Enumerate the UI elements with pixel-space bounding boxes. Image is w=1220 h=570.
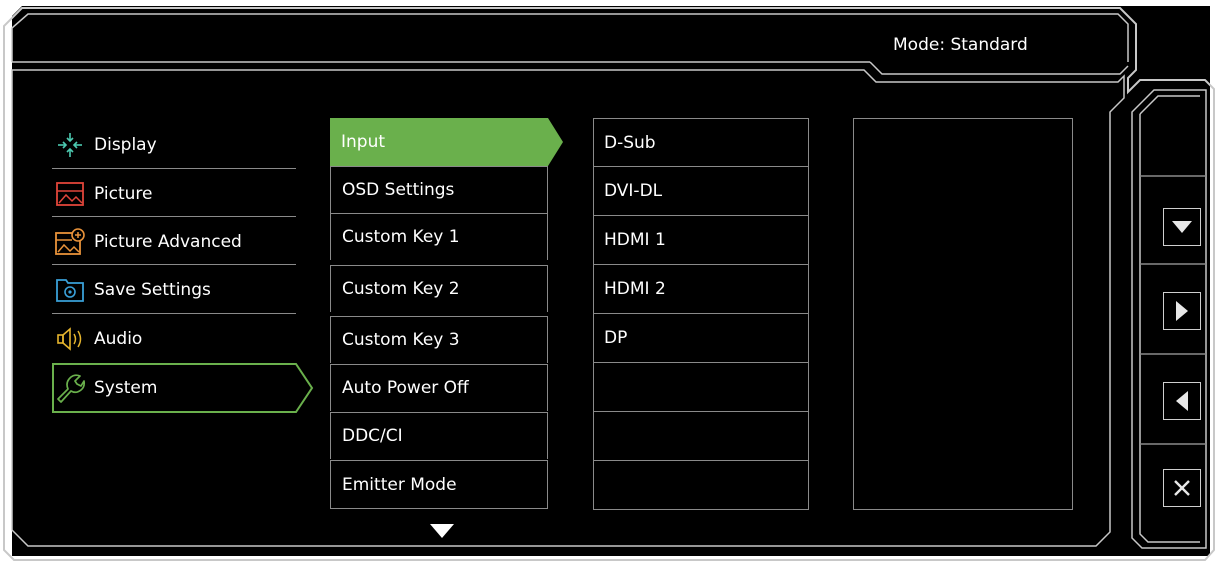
audio-icon	[54, 323, 86, 355]
submenu-item-label: Emitter Mode	[342, 474, 457, 495]
option-label: DVI-DL	[604, 181, 663, 201]
submenu-item-custom-key-2[interactable]: Custom Key 2	[330, 265, 548, 312]
submenu-item-ddc-ci[interactable]: DDC/CI	[330, 412, 548, 459]
triangle-left-icon	[1176, 391, 1188, 411]
close-icon	[1174, 480, 1190, 496]
option-label: D-Sub	[604, 133, 656, 153]
submenu-item-custom-key-1[interactable]: Custom Key 1	[330, 213, 548, 260]
menu-item-label: System	[94, 378, 158, 398]
submenu-item-emitter-mode[interactable]: Emitter Mode	[330, 460, 548, 509]
menu-item-audio[interactable]: Audio	[52, 315, 296, 363]
option-label: HDMI 2	[604, 279, 666, 299]
menu-item-label: Audio	[94, 329, 143, 349]
submenu-item-label: DDC/CI	[342, 426, 403, 446]
option-empty	[593, 411, 809, 460]
submenu-item-osd-settings[interactable]: OSD Settings	[330, 166, 548, 213]
submenu-item-label: Auto Power Off	[342, 378, 469, 398]
right-button[interactable]	[1163, 292, 1201, 330]
option-hdmi-1[interactable]: HDMI 1	[593, 215, 809, 264]
divider	[52, 313, 296, 314]
menu-item-system[interactable]: System	[52, 364, 296, 412]
menu-item-save-settings[interactable]: Save Settings	[52, 266, 296, 314]
menu-item-picture[interactable]: Picture	[52, 170, 296, 218]
menu-item-label: Picture Advanced	[94, 232, 242, 252]
menu-item-label: Picture	[94, 184, 153, 204]
option-d-sub[interactable]: D-Sub	[593, 118, 809, 167]
save-settings-icon	[54, 274, 86, 306]
submenu-item-label: Custom Key 1	[342, 227, 460, 247]
option-label: HDMI 1	[604, 230, 666, 250]
divider	[52, 168, 296, 169]
scroll-down-arrow-icon[interactable]	[430, 524, 454, 538]
triangle-right-icon	[1176, 301, 1188, 321]
down-button[interactable]	[1163, 208, 1201, 246]
submenu-item-auto-power-off[interactable]: Auto Power Off	[330, 364, 548, 411]
display-icon	[54, 129, 86, 161]
option-dvi-dl[interactable]: DVI-DL	[593, 166, 809, 215]
close-button[interactable]	[1163, 469, 1201, 507]
option-label: DP	[604, 328, 628, 348]
mode-indicator: Mode: Standard	[893, 35, 1028, 55]
menu-item-label: Display	[94, 135, 157, 155]
submenu-item-custom-key-3[interactable]: Custom Key 3	[330, 316, 548, 363]
picture-icon	[54, 178, 86, 210]
submenu-item-input[interactable]: Input	[341, 118, 385, 166]
submenu-item-label: Custom Key 2	[342, 279, 460, 299]
option-empty	[593, 362, 809, 411]
wrench-icon	[54, 372, 86, 404]
menu-item-display[interactable]: Display	[52, 121, 296, 169]
menu-item-label: Save Settings	[94, 280, 211, 300]
submenu-item-label: Custom Key 3	[342, 330, 460, 350]
submenu-item-label: OSD Settings	[342, 180, 455, 200]
option-hdmi-2[interactable]: HDMI 2	[593, 264, 809, 313]
triangle-down-icon	[1172, 221, 1192, 233]
option-dp[interactable]: DP	[593, 313, 809, 362]
divider	[52, 216, 296, 217]
option-empty	[593, 460, 809, 510]
left-button[interactable]	[1163, 382, 1201, 420]
preview-panel	[853, 118, 1073, 510]
menu-item-picture-advanced[interactable]: Picture Advanced	[52, 218, 296, 266]
divider	[52, 264, 296, 265]
picture-advanced-icon	[54, 226, 86, 258]
